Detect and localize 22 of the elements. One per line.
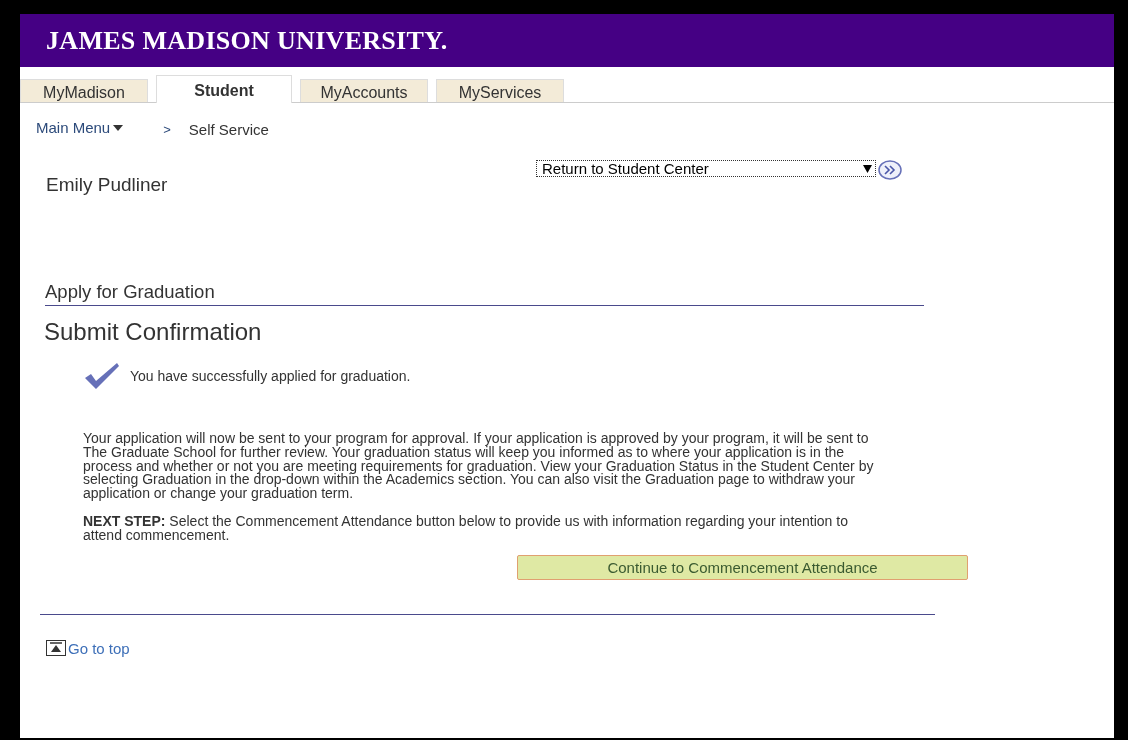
- nav-tab[interactable]: MyMadison: [20, 79, 148, 102]
- nav-tab[interactable]: MyAccounts: [300, 79, 428, 102]
- main-menu-link[interactable]: Main Menu: [36, 119, 111, 136]
- continue-button[interactable]: Continue to Commencement Attendance: [517, 554, 968, 580]
- go-to-top-link[interactable]: Go to top: [68, 639, 130, 657]
- checkmark-icon: [84, 362, 120, 390]
- confirmation-message: You have successfully applied for graduation.: [130, 368, 411, 384]
- page-heading: Apply for Graduation: [45, 281, 924, 306]
- caret-icon: [113, 124, 124, 131]
- body-paragraph: NEXT STEP: Select the Commencement Attendance button below to provide us with information regarding your intention to attend commencement.: [83, 515, 849, 543]
- body-paragraph: Your application will now be sent to your program for approval. If your application is approved by your program, it will be sent to The Graduate School for further review. Your graduation status will keep you informed as to where your application is in the process and whether or not you are meeting requirements for graduation. View your Graduation Status in the Student Center by selecting Graduation in the drop-down within the Academics section. You can also visit the Graduation page to withdraw your application or change your graduation term.: [83, 432, 875, 501]
- go-to-top-icon: [46, 640, 66, 657]
- breadcrumb-item[interactable]: Self Service: [188, 121, 269, 138]
- nav-tab[interactable]: Student: [156, 75, 292, 103]
- dropdown-arrow-icon: [863, 164, 872, 173]
- breadcrumb-separator: >: [163, 122, 171, 137]
- university-logo: JAMES MADISON UNIVERSITY.: [46, 25, 448, 56]
- page-subheading: Submit Confirmation: [44, 318, 263, 346]
- nav-tab[interactable]: MyServices: [436, 79, 564, 102]
- go-button-icon[interactable]: [878, 160, 902, 180]
- student-name: Emily Pudliner: [46, 174, 169, 196]
- navigation-dropdown[interactable]: Return to Student Center: [536, 160, 876, 177]
